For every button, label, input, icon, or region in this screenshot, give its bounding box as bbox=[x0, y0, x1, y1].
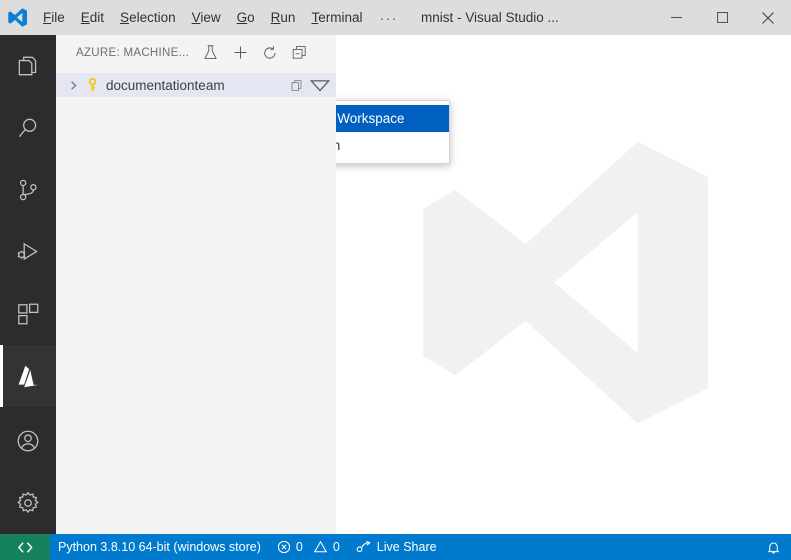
warning-triangle-icon bbox=[313, 540, 328, 554]
sidebar-actions bbox=[197, 40, 313, 66]
run-debug-icon bbox=[15, 239, 41, 265]
status-bar-right bbox=[766, 534, 791, 560]
sidebar-item-source-control[interactable] bbox=[0, 159, 56, 221]
menu-view[interactable]: View bbox=[184, 0, 229, 35]
sidebar-item-azure[interactable] bbox=[0, 345, 56, 407]
context-menu: Create Workspace Refresh bbox=[336, 100, 450, 164]
error-circle-icon bbox=[277, 540, 291, 554]
vscode-window: File Edit Selection View Go Run Terminal… bbox=[0, 0, 791, 560]
maximize-icon[interactable] bbox=[699, 0, 745, 35]
minimize-icon[interactable] bbox=[653, 0, 699, 35]
plus-icon[interactable] bbox=[227, 40, 253, 66]
refresh-icon[interactable] bbox=[257, 40, 283, 66]
python-version-label: Python 3.8.10 64-bit (windows store) bbox=[58, 540, 261, 554]
tree-row-actions bbox=[284, 74, 336, 96]
menu-overflow-button[interactable]: ··· bbox=[370, 0, 407, 35]
status-problems[interactable]: 0 0 bbox=[269, 534, 348, 560]
sidebar-item-extensions[interactable] bbox=[0, 283, 56, 345]
window-controls bbox=[653, 0, 791, 35]
live-share-icon bbox=[356, 540, 372, 554]
window-title: mnist - Visual Studio ... bbox=[420, 10, 559, 25]
files-icon bbox=[15, 53, 41, 79]
azure-resource-tree: documentationteam bbox=[56, 70, 336, 97]
extensions-icon bbox=[15, 301, 41, 327]
account-icon bbox=[15, 428, 41, 454]
menu-selection[interactable]: Selection bbox=[112, 0, 184, 35]
editor-area: Create Workspace Refresh bbox=[336, 35, 791, 534]
sidebar-item-accounts[interactable] bbox=[0, 410, 56, 472]
status-live-share[interactable]: Live Share bbox=[348, 534, 445, 560]
filter-triangle-icon[interactable] bbox=[308, 74, 332, 96]
key-icon bbox=[82, 74, 102, 96]
sidebar-view-title: AZURE: MACHINE... bbox=[76, 46, 190, 59]
tree-item-documentationteam[interactable]: documentationteam bbox=[56, 73, 336, 97]
sidebar-item-run-and-debug[interactable] bbox=[0, 221, 56, 283]
search-icon bbox=[15, 115, 41, 141]
menu-bar: File Edit Selection View Go Run Terminal… bbox=[35, 0, 407, 35]
chevron-right-icon[interactable] bbox=[64, 74, 82, 96]
workbench-body: AZURE: MACHINE... documentationteam Work… bbox=[0, 35, 791, 534]
menu-file[interactable]: File bbox=[35, 0, 73, 35]
menu-go[interactable]: Go bbox=[229, 0, 263, 35]
vscode-logo-watermark bbox=[404, 122, 724, 447]
sidebar-header: AZURE: MACHINE... bbox=[56, 35, 336, 70]
menu-run[interactable]: Run bbox=[263, 0, 304, 35]
sidebar-item-search[interactable] bbox=[0, 97, 56, 159]
gear-icon bbox=[15, 490, 41, 516]
status-bar: Python 3.8.10 64-bit (windows store) 0 0 bbox=[0, 534, 791, 560]
tree-item-label: documentationteam bbox=[106, 77, 225, 93]
menu-edit[interactable]: Edit bbox=[73, 0, 112, 35]
source-control-icon bbox=[15, 177, 41, 203]
bell-icon[interactable] bbox=[766, 540, 781, 555]
status-python-version[interactable]: Python 3.8.10 64-bit (windows store) bbox=[50, 534, 269, 560]
beaker-icon[interactable] bbox=[197, 40, 223, 66]
errors-count: 0 bbox=[295, 540, 303, 554]
remote-indicator-icon[interactable] bbox=[0, 534, 50, 560]
close-icon[interactable] bbox=[745, 0, 791, 35]
live-share-label: Live Share bbox=[376, 540, 437, 554]
title-bar: File Edit Selection View Go Run Terminal… bbox=[0, 0, 791, 35]
copy-icon[interactable] bbox=[284, 74, 308, 96]
azure-icon bbox=[15, 363, 42, 390]
context-menu-item-create-workspace[interactable]: Create Workspace bbox=[336, 105, 449, 132]
collapse-all-icon[interactable] bbox=[287, 40, 313, 66]
sidebar-item-explorer[interactable] bbox=[0, 35, 56, 97]
menu-terminal[interactable]: Terminal bbox=[303, 0, 370, 35]
sidebar-item-manage[interactable] bbox=[0, 472, 56, 534]
sidebar: AZURE: MACHINE... documentationteam bbox=[56, 35, 336, 534]
warnings-count: 0 bbox=[332, 540, 340, 554]
context-menu-item-refresh[interactable]: Refresh bbox=[336, 132, 449, 159]
vscode-logo-icon bbox=[0, 0, 35, 35]
status-bar-left: Python 3.8.10 64-bit (windows store) 0 0 bbox=[50, 534, 445, 560]
activity-bar bbox=[0, 35, 56, 534]
